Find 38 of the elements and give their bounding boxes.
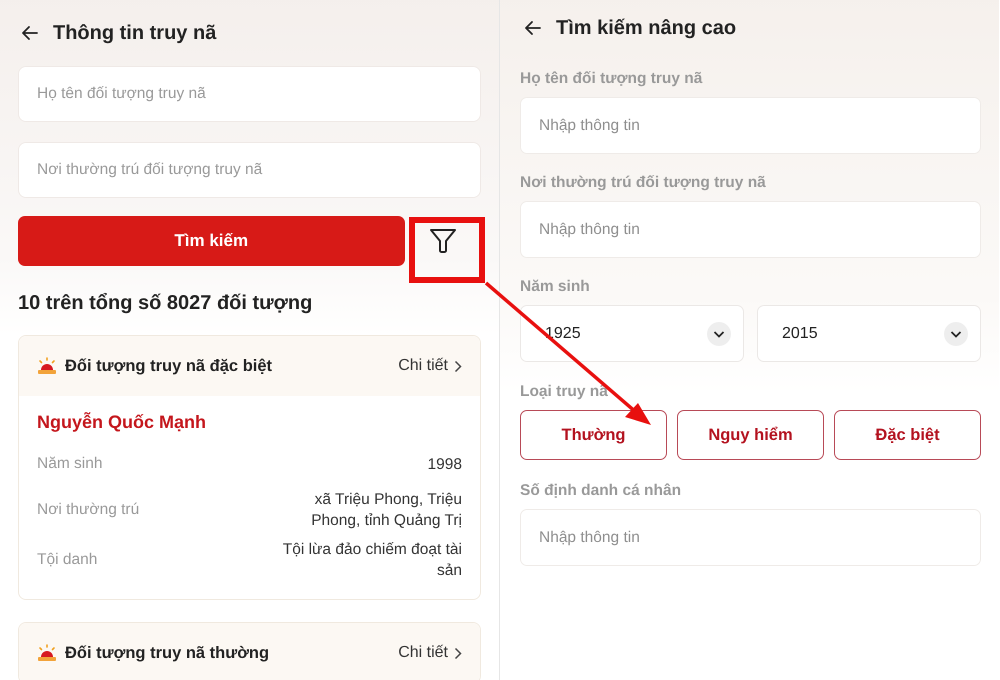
field-label: Nơi thường trú đối tượng truy nã: [520, 174, 767, 192]
field-label: Năm sinh: [520, 278, 591, 296]
wanted-type-option[interactable]: Nguy hiểm: [677, 410, 824, 460]
screen-title: Thông tin truy nã: [53, 22, 216, 44]
search-field[interactable]: Họ tên đối tượng truy nã: [18, 66, 481, 122]
siren-icon: [37, 644, 57, 662]
chevron-right-icon: [454, 646, 462, 660]
info-label: Tội danh: [37, 551, 98, 569]
text-input-field[interactable]: Nhập thông tin: [520, 97, 981, 154]
person-name: Nguyễn Quốc Mạnh: [37, 412, 208, 433]
search-button[interactable]: Tìm kiếm: [18, 216, 405, 266]
text-input-field[interactable]: Nhập thông tin: [520, 509, 981, 566]
result-count: 10 trên tổng số 8027 đối tượng: [18, 292, 314, 315]
wanted-type-option[interactable]: Thường: [520, 410, 667, 460]
year-dropdown[interactable]: 1925: [520, 305, 744, 362]
back-arrow-icon[interactable]: [20, 23, 40, 43]
filter-icon: [428, 227, 458, 255]
category-title: Đối tượng truy nã thường: [65, 644, 270, 662]
search-field[interactable]: Nơi thường trú đối tượng truy nã: [18, 142, 481, 198]
chevron-right-icon: [454, 360, 462, 372]
year-dropdown[interactable]: 2015: [757, 305, 981, 362]
field-label: Họ tên đối tượng truy nã: [520, 70, 704, 88]
info-value: 1998: [428, 454, 462, 474]
wanted-type-option[interactable]: Đặc biệt: [834, 410, 981, 460]
detail-link[interactable]: Chi tiết: [398, 644, 462, 662]
detail-link[interactable]: Chi tiết: [398, 357, 462, 375]
chevron-down-icon: [944, 322, 968, 346]
text-input-field[interactable]: Nhập thông tin: [520, 201, 981, 258]
siren-icon: [37, 357, 57, 375]
info-label: Năm sinh: [37, 455, 102, 473]
screen-title: Tìm kiếm nâng cao: [556, 16, 736, 40]
field-label: Số định danh cá nhân: [520, 482, 682, 500]
category-title: Đối tượng truy nã đặc biệt: [65, 356, 274, 376]
info-value: xã Triệu Phong, Triệu Phong, tỉnh Quảng Trị: [310, 490, 462, 531]
back-arrow-icon[interactable]: [523, 18, 543, 38]
info-label: Nơi thường trú: [37, 501, 140, 519]
chevron-down-icon: [707, 322, 731, 346]
info-value: Tội lừa đảo chiếm đoạt tài sản: [282, 540, 462, 581]
